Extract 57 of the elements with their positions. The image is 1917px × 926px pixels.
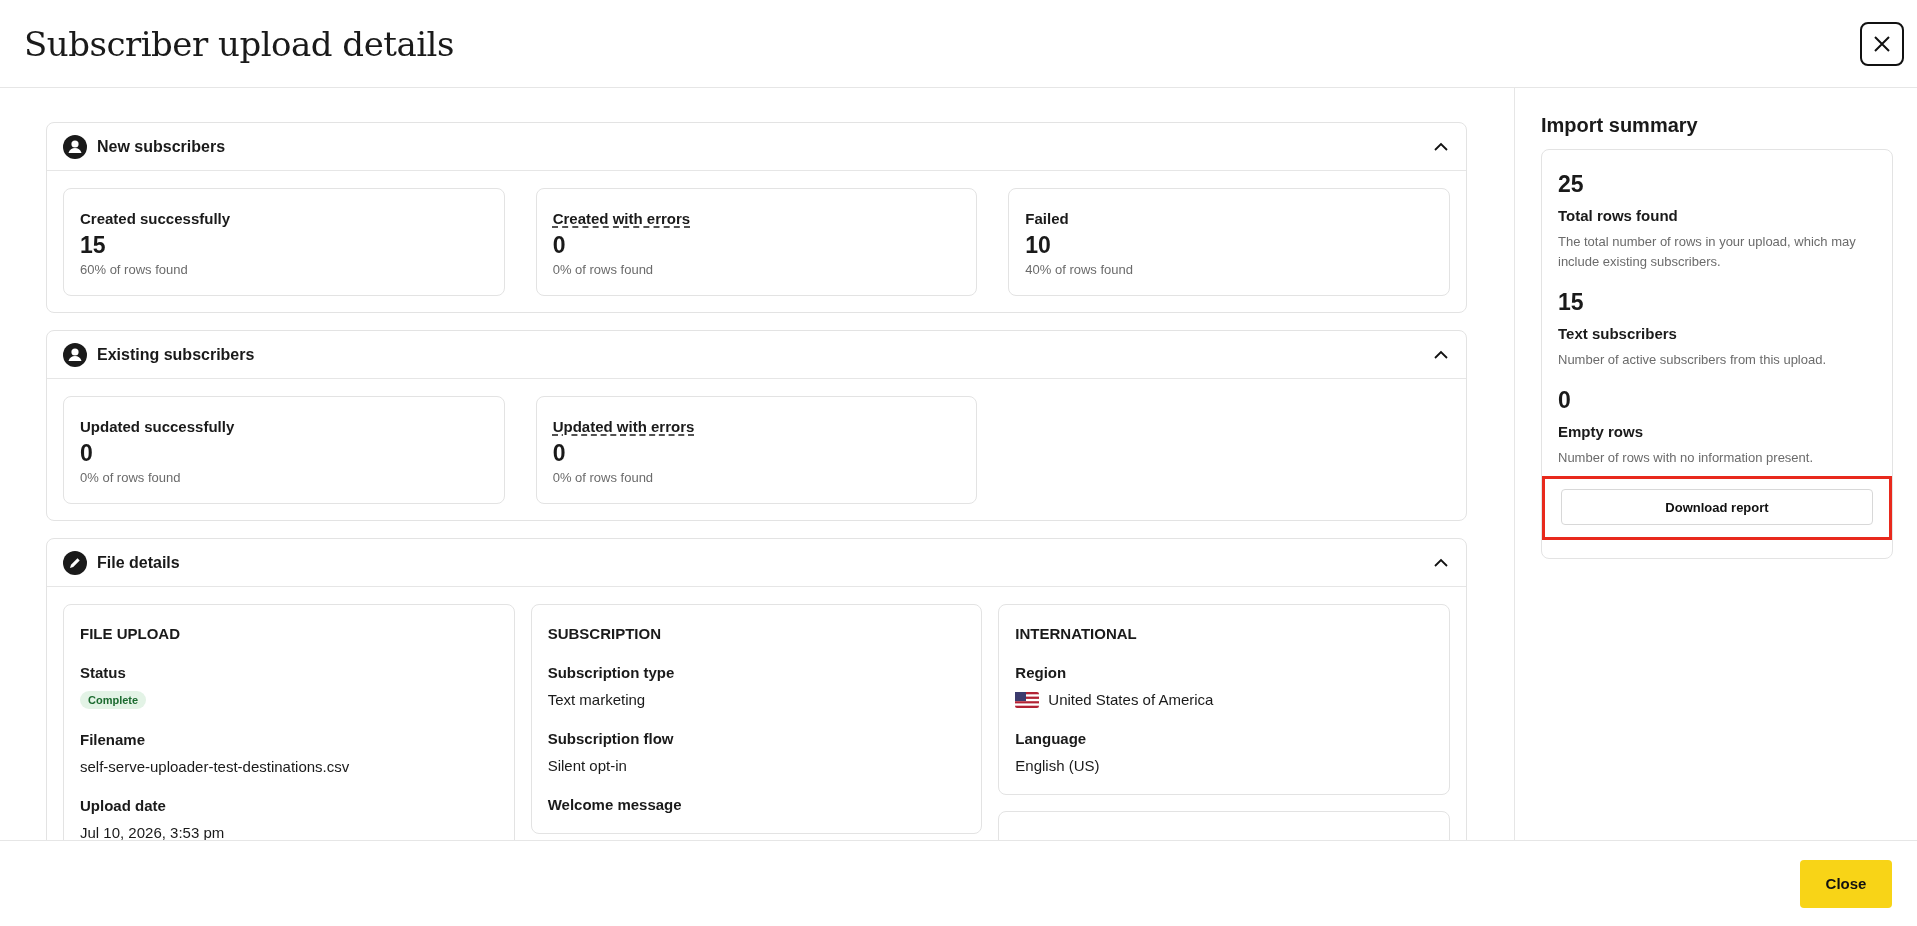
person-icon [63, 134, 87, 159]
stat-label: Created with errors [552, 209, 691, 228]
summary-label: Text subscribers [1558, 325, 1678, 342]
person-icon [63, 342, 87, 367]
flag-icon [1015, 691, 1040, 708]
stat-label: Failed [1025, 209, 1069, 228]
summary-title: Import summary [1541, 114, 1699, 137]
field-label: Welcome message [547, 796, 682, 813]
chevron-icon[interactable] [1434, 350, 1448, 359]
chevron-icon[interactable] [1434, 142, 1448, 151]
field-label: Upload date [80, 797, 166, 814]
stat-note: 0% of rows found [552, 261, 654, 279]
summary-value: 0 [1558, 386, 1572, 414]
stat-note: 0% of rows found [552, 469, 654, 487]
stat-value: 0 [552, 439, 566, 467]
close-button[interactable]: Close [1800, 859, 1892, 908]
summary-description: The total number of rows in your upload, which may include existing subscribers. [1558, 233, 1857, 271]
summary-description: Number of rows with no information present. [1558, 449, 1815, 467]
stat-value: 10 [1025, 231, 1051, 259]
summary-label: Total rows found [1558, 207, 1679, 224]
field-value: Text marketing [547, 691, 646, 708]
close-icon [1873, 34, 1891, 53]
summary-description: Number of active subscribers from this upload. [1558, 351, 1828, 369]
stat-note: 60% of rows found [80, 261, 188, 279]
download-report-button[interactable]: Download report [1561, 489, 1873, 525]
group-heading: SUBSCRIPTION [547, 625, 662, 642]
stat-label: Updated successfully [80, 417, 235, 436]
section-title: File details [97, 553, 181, 572]
stat-value: 0 [80, 439, 93, 467]
section-title: New subscribers [97, 137, 227, 156]
section-title: Existing subscribers [97, 345, 256, 364]
pencil-icon [63, 550, 87, 575]
status-badge: Complete [80, 691, 147, 709]
dialog-title: Subscriber upload details [24, 23, 454, 64]
field-value: United States of America [1048, 691, 1214, 708]
stat-value: 15 [80, 231, 106, 259]
stat-note: 0% of rows found [80, 469, 181, 487]
stat-label: Created successfully [80, 209, 231, 228]
field-label: Region [1015, 664, 1067, 681]
stat-label: Updated with errors [552, 417, 695, 436]
field-label: Filename [80, 731, 146, 748]
summary-value: 15 [1558, 288, 1585, 316]
field-value: self-serve-uploader-test-destinations.csv [80, 758, 350, 775]
field-value: English (US) [1015, 757, 1100, 774]
chevron-icon[interactable] [1434, 558, 1448, 567]
summary-label: Empty rows [1558, 423, 1645, 440]
stat-note: 40% of rows found [1025, 261, 1133, 279]
field-label: Subscription flow [547, 730, 674, 747]
group-heading: INTERNATIONAL [1015, 625, 1138, 642]
field-label: Language [1015, 730, 1087, 747]
field-value: Silent opt-in [547, 757, 627, 774]
close-button[interactable] [1860, 21, 1904, 66]
group-heading: FILE UPLOAD [80, 625, 181, 642]
summary-value: 25 [1558, 170, 1585, 198]
stat-value: 0 [552, 231, 566, 259]
field-label: Status [80, 664, 126, 681]
field-label: Subscription type [547, 664, 675, 681]
